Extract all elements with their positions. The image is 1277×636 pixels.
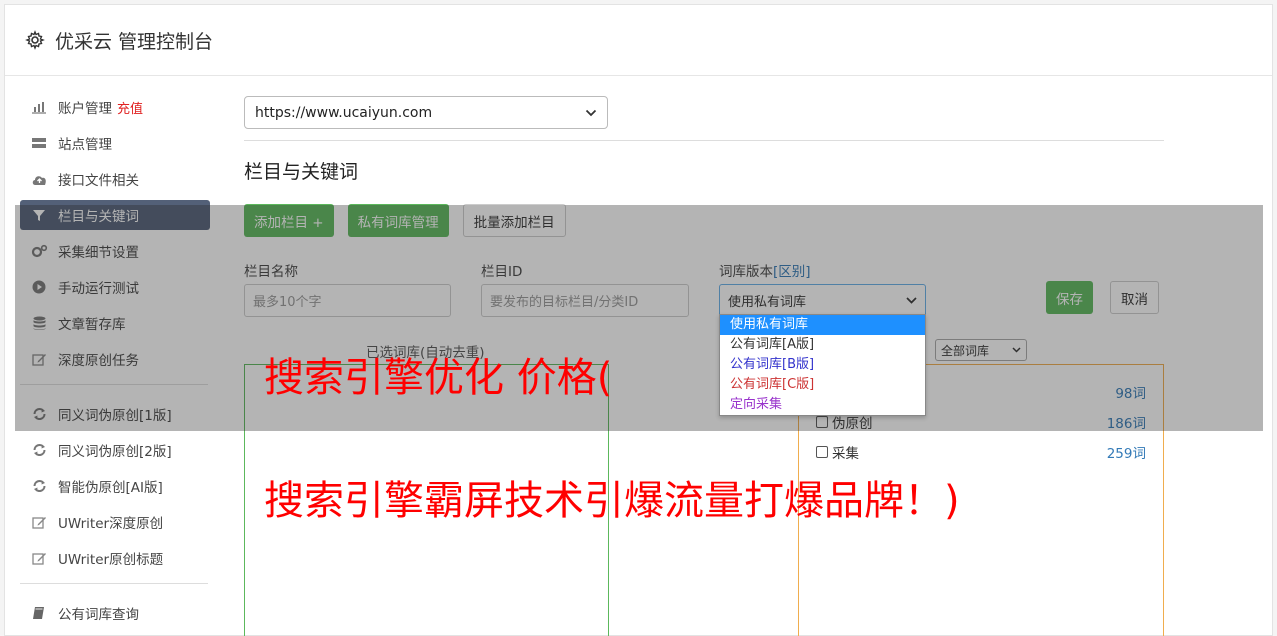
- sidebar-item-label: 同义词伪原创[2版]: [58, 444, 172, 460]
- site-select[interactable]: https://www.ucaiyun.com: [244, 96, 608, 129]
- sidebar-item-public-lib[interactable]: 公有词库查询: [20, 598, 210, 628]
- sidebar-item-label: 公有词库查询: [58, 607, 139, 623]
- dropdown-option[interactable]: 公有词库[C版]: [720, 375, 925, 395]
- sidebar-item-label: UWriter原创标题: [58, 552, 164, 568]
- sidebar-item-label: 接口文件相关: [58, 173, 139, 189]
- sidebar-divider: [20, 583, 208, 584]
- sidebar-item-label: UWriter深度原创: [58, 516, 164, 532]
- sidebar-item-sites[interactable]: 站点管理: [20, 128, 210, 158]
- recharge-link[interactable]: 充值: [117, 98, 143, 117]
- lib-row-count: 259词: [1106, 446, 1146, 462]
- sidebar-item-synonym-v2[interactable]: 同义词伪原创[2版]: [20, 435, 210, 465]
- sidebar-item-label: 智能伪原创[AI版]: [58, 480, 163, 496]
- page-title: 栏目与关键词: [244, 161, 359, 183]
- ad-text-line-1: 搜索引擎优化 价格(: [264, 355, 613, 401]
- lib-checkbox[interactable]: [816, 446, 828, 458]
- book-icon: [30, 606, 48, 620]
- dropdown-option[interactable]: 公有词库[B版]: [720, 355, 925, 375]
- gear-icon: [25, 30, 45, 50]
- lib-version-dropdown: 使用私有词库 公有词库[A版] 公有词库[B版] 公有词库[C版] 定向采集: [719, 314, 926, 416]
- sidebar-item-uwriter-deep[interactable]: UWriter深度原创: [20, 507, 210, 537]
- lib-row-name-wrap: 采集: [816, 442, 859, 462]
- top-bar: 优采云 管理控制台: [5, 5, 1272, 76]
- lib-row[interactable]: 采集 259词: [816, 442, 1146, 462]
- chevron-down-icon: [585, 109, 597, 116]
- dropdown-option[interactable]: 公有词库[A版]: [720, 335, 925, 355]
- sidebar-item-label: 账户管理: [58, 101, 112, 117]
- refresh-icon: [30, 443, 48, 457]
- sidebar-item-ai-rewrite[interactable]: 智能伪原创[AI版]: [20, 471, 210, 501]
- dim-overlay: [15, 205, 1263, 431]
- cloud-upload-icon: [30, 172, 48, 186]
- sidebar-item-label: 站点管理: [58, 137, 112, 153]
- refresh-icon: [30, 479, 48, 493]
- server-icon: [30, 136, 48, 150]
- sidebar-item-account[interactable]: 账户管理 充值: [20, 92, 210, 122]
- sidebar-item-uwriter-title[interactable]: UWriter原创标题: [20, 543, 210, 573]
- bar-chart-icon: [30, 100, 48, 114]
- app-title: 优采云 管理控制台: [55, 30, 214, 53]
- site-select-value: https://www.ucaiyun.com: [255, 104, 433, 121]
- edit-icon: [30, 551, 48, 565]
- divider: [244, 140, 1164, 141]
- sidebar-item-interface[interactable]: 接口文件相关: [20, 164, 210, 194]
- edit-icon: [30, 515, 48, 529]
- lib-row-name: 采集: [832, 446, 859, 462]
- dropdown-option[interactable]: 使用私有词库: [720, 315, 925, 335]
- dropdown-option[interactable]: 定向采集: [720, 395, 925, 415]
- ad-text-line-2: 搜索引擎霸屏技术引爆流量打爆品牌！): [264, 478, 960, 524]
